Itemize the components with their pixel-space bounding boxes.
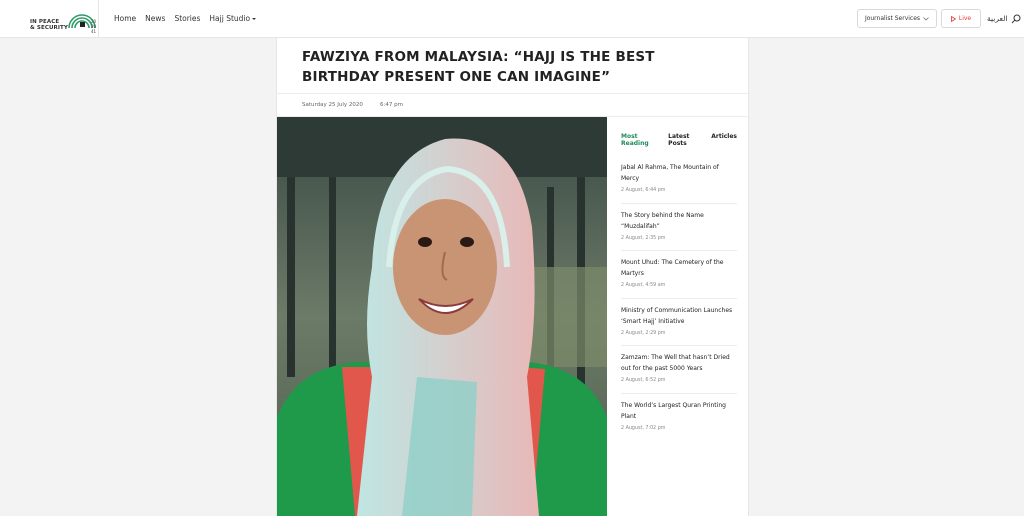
svg-text:41: 41 [91,29,97,34]
list-item-date: 2 August, 4:59 am [621,283,666,288]
list-item[interactable]: Jabal Al Rahma, The Mountain of Mercy 2 … [621,156,737,204]
list-item-date: 2 August, 2:29 pm [621,330,666,336]
portrait-illustration [277,117,607,516]
play-icon [950,15,956,22]
nav-home[interactable]: Home [114,14,136,23]
article-meta: Saturday 25 July 2020 6:47 pm [277,93,748,117]
list-item-date: 2 August, 6:52 pm [621,378,666,383]
live-button[interactable]: Live [941,9,981,28]
list-item-title[interactable]: Zamzam: The Well that hasn’t Dried out f… [621,352,737,374]
site-logo[interactable]: IN PEACE & SECURITY 20 20 41 [24,6,100,34]
list-item-title[interactable]: The World’s Largest Quran Printing Plant [621,400,737,422]
article-photo [277,117,607,516]
list-item-title[interactable]: Jabal Al Rahma, The Mountain of Mercy [621,162,737,184]
article-time: 6:47 pm [380,102,403,108]
list-item-date: 2 August, 7:02 pm [621,425,666,431]
logo-arcs-icon: 20 20 41 [68,14,97,34]
tab-latest-posts[interactable]: Latest Posts [668,133,707,147]
journalist-services-label: Journalist Services [864,15,921,22]
list-item[interactable]: Ministry of Communication Launches ‘Smar… [621,299,737,346]
nav-hajj-studio-label: Hajj Studio [209,14,251,23]
main-nav: Home News Stories Hajj Studio [114,14,257,23]
search-icon[interactable] [1011,14,1021,24]
nav-news[interactable]: News [145,14,165,23]
tab-most-reading[interactable]: Most Reading [621,133,664,147]
chevron-down-icon [252,18,257,20]
sidebar: Most Reading Latest Posts Articles Jabal… [621,133,737,441]
list-item[interactable]: The World’s Largest Quran Printing Plant… [621,394,737,442]
article-date: Saturday 25 July 2020 [302,102,363,108]
chevron-down-icon [923,16,929,21]
list-item-date: 2 August, 2:35 pm [621,235,666,241]
nav-stories[interactable]: Stories [174,14,200,23]
list-item-title[interactable]: The Story behind the Name “Muzdalifah” [621,210,737,232]
list-item-title[interactable]: Ministry of Communication Launches ‘Smar… [621,305,737,327]
list-item[interactable]: Mount Uhud: The Cemetery of the Martyrs … [621,251,737,299]
language-switch[interactable]: العربية [987,14,1008,23]
article-title: FAWZIYA FROM MALAYSIA: “HAJJ IS THE BEST… [302,49,655,85]
logo-divider [98,0,99,38]
live-label: Live [958,15,972,22]
nav-hajj-studio[interactable]: Hajj Studio [209,14,257,23]
list-item[interactable]: The Story behind the Name “Muzdalifah” 2… [621,204,737,251]
top-header: IN PEACE & SECURITY 20 20 41 Home News St… [0,0,1024,38]
list-item-title[interactable]: Mount Uhud: The Cemetery of the Martyrs [621,257,737,279]
list-item-date: 2 August, 6:44 pm [621,188,666,193]
list-item[interactable]: Zamzam: The Well that hasn’t Dried out f… [621,346,737,394]
sidebar-tabs: Most Reading Latest Posts Articles [621,133,737,147]
article-card: FAWZIYA FROM MALAYSIA: “HAJJ IS THE BEST… [276,38,749,516]
journalist-services-button[interactable]: Journalist Services [857,9,937,28]
tab-articles[interactable]: Articles [711,133,737,147]
